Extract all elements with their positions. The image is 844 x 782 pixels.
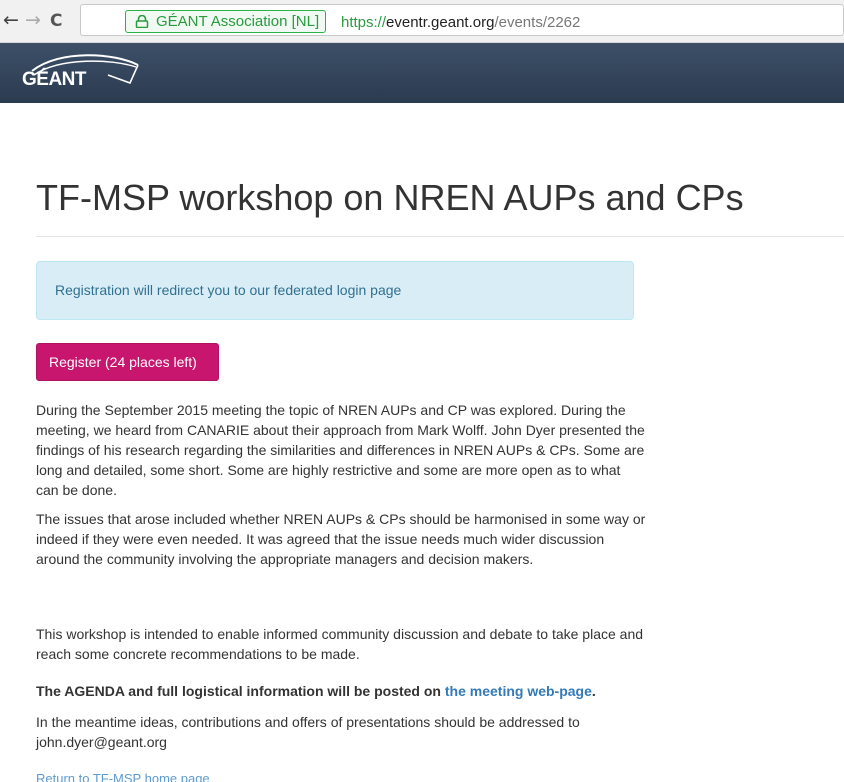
description-paragraph-1: During the September 2015 meeting the to… <box>36 402 645 498</box>
back-arrow-icon[interactable]: ← <box>3 11 19 30</box>
agenda-end: . <box>591 683 596 699</box>
register-button[interactable]: Register (24 places left) <box>36 343 219 381</box>
description-paragraph-2: The issues that arose included whether N… <box>36 511 646 567</box>
geant-logo[interactable]: GÉANT <box>20 51 150 97</box>
url-scheme: https:// <box>341 14 387 31</box>
ev-organization-label: GÉANT Association [NL] <box>156 13 320 30</box>
ev-certificate-badge[interactable]: GÉANT Association [NL] <box>125 10 327 33</box>
title-divider <box>36 236 844 237</box>
logo-text: GÉANT <box>22 69 87 90</box>
meeting-webpage-link[interactable]: the meeting web-page <box>445 683 592 699</box>
forward-arrow-icon[interactable]: → <box>25 11 41 30</box>
browser-toolbar: ← → C GÉANT Association [NL] https://eve… <box>0 0 844 43</box>
lock-icon <box>135 15 149 28</box>
url-path: /events/2262 <box>494 14 581 31</box>
description-paragraph-3: This workshop is intended to enable info… <box>36 626 644 662</box>
contact-paragraph: In the meantime ideas, contributions and… <box>36 714 580 750</box>
site-header: GÉANT <box>0 43 844 103</box>
address-bar[interactable]: GÉANT Association [NL] https://eventr.ge… <box>80 4 844 36</box>
page-title: TF-MSP workshop on NREN AUPs and CPs <box>36 177 744 218</box>
url-text[interactable]: https://eventr.geant.org/events/2262 <box>341 15 580 31</box>
info-alert: Registration will redirect you to our fe… <box>36 261 634 320</box>
reload-icon[interactable]: C <box>50 12 62 31</box>
agenda-paragraph: The AGENDA and full logistical informati… <box>36 681 646 701</box>
url-host: eventr.geant.org <box>386 14 495 31</box>
return-home-link[interactable]: Return to TF-MSP home page <box>36 772 210 782</box>
agenda-text: The AGENDA and full logistical informati… <box>36 683 445 699</box>
